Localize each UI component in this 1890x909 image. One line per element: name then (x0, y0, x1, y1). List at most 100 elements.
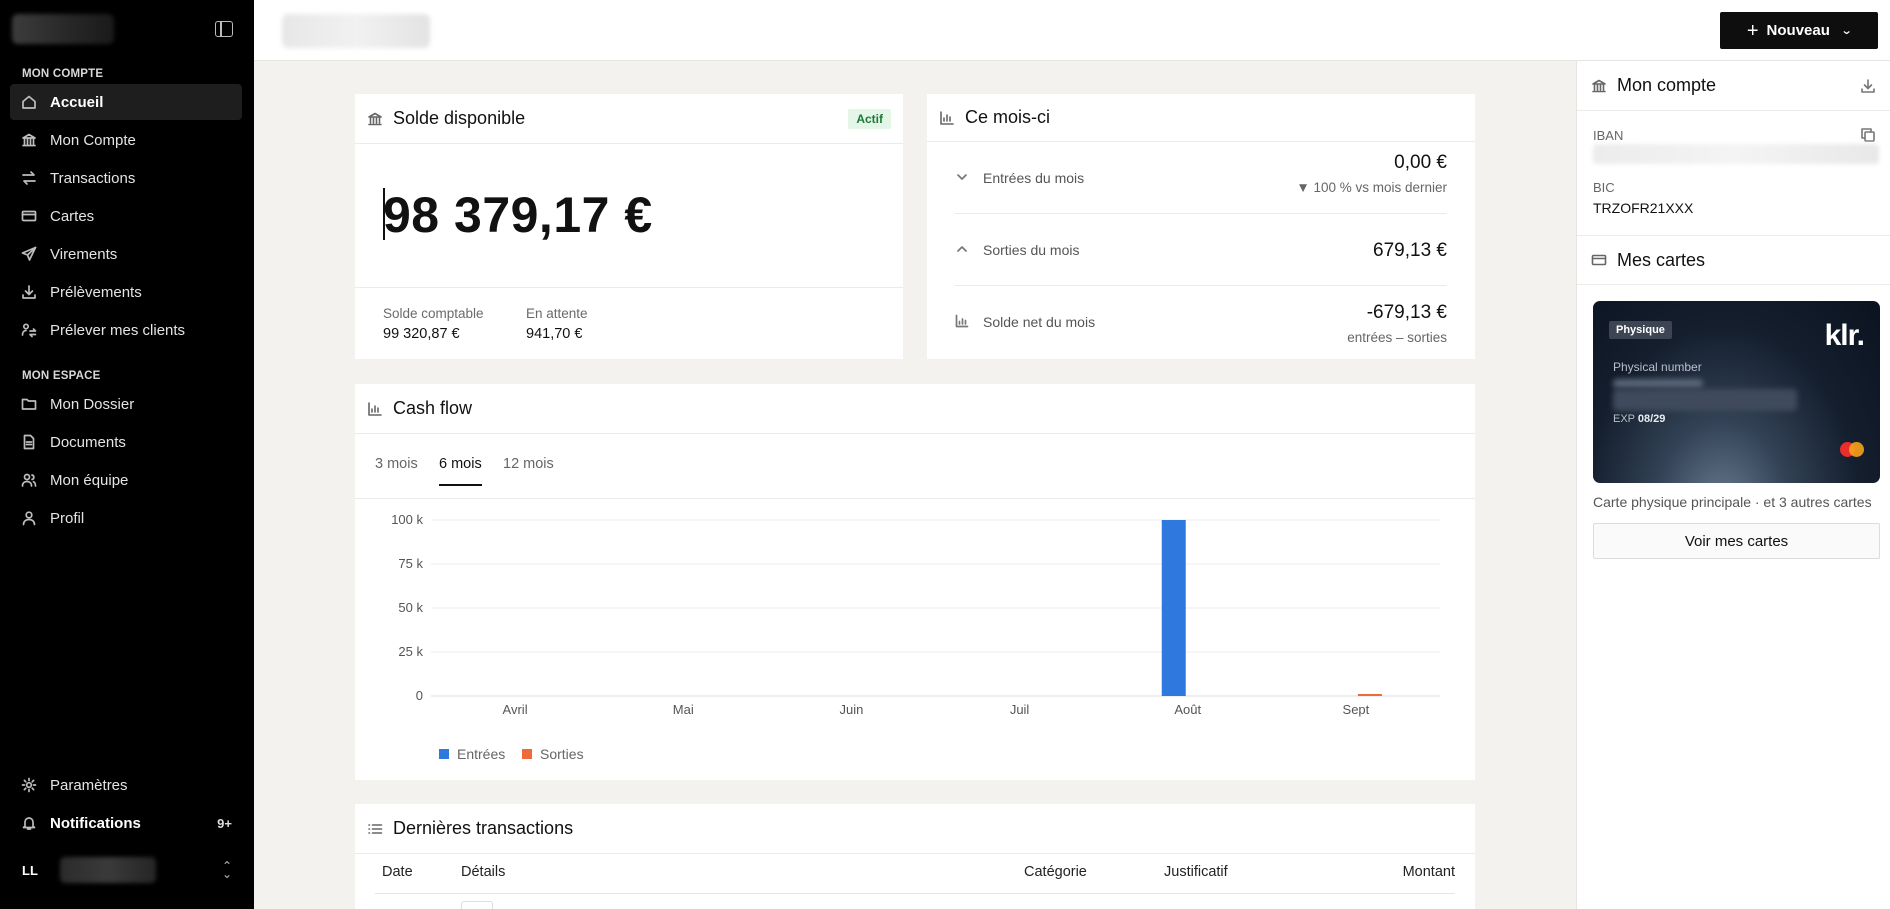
list-icon (367, 821, 383, 837)
users-arrows-icon (20, 321, 38, 339)
cashflow-chart: 0 25 k 50 k 75 k 100 k Avril Mai Juin Juil Août Se… (391, 512, 1440, 717)
status-badge: Actif (848, 109, 891, 129)
card-number-redacted (1613, 389, 1797, 411)
sidebar-item-documents[interactable]: Documents (10, 424, 242, 460)
tab-3-mois[interactable]: 3 mois (375, 456, 418, 484)
cards-note: Carte physique principale · et 3 autres … (1593, 494, 1872, 510)
transactions-title: Dernières transactions (393, 818, 574, 838)
card-icon (20, 207, 38, 225)
sidebar-item-accueil[interactable]: Accueil (10, 84, 242, 120)
x-tick-label: Sept (1343, 702, 1370, 717)
cashflow-card: Cash flow 3 mois 6 mois 12 mois 0 25 k 50 … (355, 384, 1475, 780)
iban-value-redacted (1593, 144, 1879, 164)
sidebar-item-prelever-clients[interactable]: Prélever mes clients (10, 312, 242, 348)
y-tick-label: 50 k (398, 600, 423, 615)
view-cards-button[interactable]: Voir mes cartes (1593, 523, 1880, 559)
month-card: Ce mois-ci Entrées du mois 0,00 € ▼ 100 … (927, 94, 1475, 359)
month-card-title: Ce mois-ci (965, 107, 1051, 127)
copy-icon[interactable] (1860, 127, 1876, 143)
home-icon (20, 93, 38, 111)
table-row-thumbnail (461, 901, 493, 909)
iban-label: IBAN (1593, 128, 1624, 143)
income-change: ▼ 100 % vs mois dernier (1296, 180, 1447, 195)
sidebar-item-transactions[interactable]: Transactions (10, 160, 242, 196)
x-tick-label: Août (1174, 702, 1201, 717)
legend-swatch (439, 749, 449, 759)
gear-icon (20, 776, 38, 794)
document-icon (20, 433, 38, 451)
bank-icon (20, 131, 38, 149)
sidebar-item-cartes[interactable]: Cartes (10, 198, 242, 234)
income-row[interactable]: Entrées du mois 0,00 € ▼ 100 % vs mois d… (955, 142, 1447, 214)
y-tick-label: 100 k (391, 512, 423, 527)
top-header: + Nouveau ⌄ (254, 0, 1890, 61)
sidebar-item-parametres[interactable]: Paramètres (10, 767, 242, 803)
column-header-receipt[interactable]: Justificatif (1164, 864, 1228, 880)
period-tabs: 3 mois 6 mois 12 mois (355, 434, 1475, 499)
company-logo[interactable] (12, 14, 114, 44)
sidebar-item-prelevements[interactable]: Prélèvements (10, 274, 242, 310)
sidebar-item-label: Documents (50, 433, 126, 451)
account-panel-header: Mon compte (1577, 61, 1890, 111)
section-label-space: MON ESPACE (22, 370, 101, 382)
team-icon (20, 471, 38, 489)
sidebar-item-label: Prélèvements (50, 283, 142, 301)
chevron-up-icon (955, 242, 969, 256)
plus-icon: + (1746, 19, 1759, 42)
chevron-up-down-icon: ⌃ ⌄ (221, 859, 232, 881)
arrows-icon (20, 169, 38, 187)
sidebar-toggle-icon[interactable] (215, 21, 233, 37)
download-icon[interactable] (1860, 78, 1876, 94)
sidebar-item-notifications[interactable]: Notifications 9+ (10, 805, 242, 841)
sidebar-item-mon-dossier[interactable]: Mon Dossier (10, 386, 242, 422)
divider (355, 287, 903, 288)
accounting-balance-value: 99 320,87 € (383, 326, 460, 342)
page-title-redacted (282, 14, 430, 48)
expense-row[interactable]: Sorties du mois 679,13 € (955, 214, 1447, 286)
balance-card: Solde disponible Actif 98 379,17 € Solde… (355, 94, 903, 359)
sidebar-item-mon-compte[interactable]: Mon Compte (10, 122, 242, 158)
bar-sorties-sept[interactable] (1357, 694, 1382, 696)
x-tick-label: Juil (1010, 702, 1030, 717)
bic-label: BIC (1593, 180, 1615, 195)
sidebar-item-label: Accueil (50, 93, 104, 111)
column-header-details[interactable]: Détails (461, 864, 505, 880)
sidebar-item-label: Paramètres (50, 776, 128, 794)
net-value: -679,13 € (1366, 302, 1447, 323)
legend-item-sorties[interactable]: Sorties (522, 746, 584, 762)
right-panel: Mon compte IBAN BIC TRZOFR21XXX Mes cart… (1576, 61, 1890, 909)
sidebar-item-profil[interactable]: Profil (10, 500, 242, 536)
new-button[interactable]: + Nouveau ⌄ (1720, 12, 1878, 49)
user-menu[interactable]: LL ⌃ ⌄ (10, 850, 242, 890)
card-number-label: Physical number (1613, 360, 1702, 374)
y-tick-label: 25 k (398, 644, 423, 659)
x-tick-label: Avril (503, 702, 528, 717)
card-type-badge: Physique (1609, 321, 1672, 339)
net-row: Solde net du mois -679,13 € entrées – so… (955, 286, 1447, 358)
pending-label: En attente (526, 306, 588, 321)
sidebar-item-label: Prélever mes clients (50, 321, 186, 339)
column-header-category[interactable]: Catégorie (1024, 864, 1087, 880)
cards-panel-header: Mes cartes (1577, 235, 1890, 285)
bank-card[interactable]: Physique klr. Physical number EXP 08/29 (1593, 301, 1880, 483)
user-icon (20, 509, 38, 527)
bar-chart-icon (955, 314, 969, 328)
income-value: 0,00 € (1394, 152, 1447, 173)
tab-12-mois[interactable]: 12 mois (503, 456, 554, 484)
sidebar-item-mon-equipe[interactable]: Mon équipe (10, 462, 242, 498)
send-icon (20, 245, 38, 263)
bar-entrées-août[interactable] (1161, 520, 1186, 696)
x-tick-label: Juin (839, 702, 863, 717)
column-header-amount[interactable]: Montant (1403, 864, 1455, 880)
sidebar-item-virements[interactable]: Virements (10, 236, 242, 272)
legend-item-entrees[interactable]: Entrées (439, 746, 505, 762)
tab-6-mois[interactable]: 6 mois (439, 456, 482, 486)
chevron-down-icon (955, 170, 969, 184)
card-icon (1591, 252, 1607, 268)
bar-chart-icon (939, 110, 955, 126)
column-header-date[interactable]: Date (382, 864, 413, 880)
folder-icon (20, 395, 38, 413)
sidebar-item-label: Mon équipe (50, 471, 129, 489)
cards-panel-title: Mes cartes (1617, 249, 1706, 270)
balance-card-title: Solde disponible (393, 108, 526, 128)
